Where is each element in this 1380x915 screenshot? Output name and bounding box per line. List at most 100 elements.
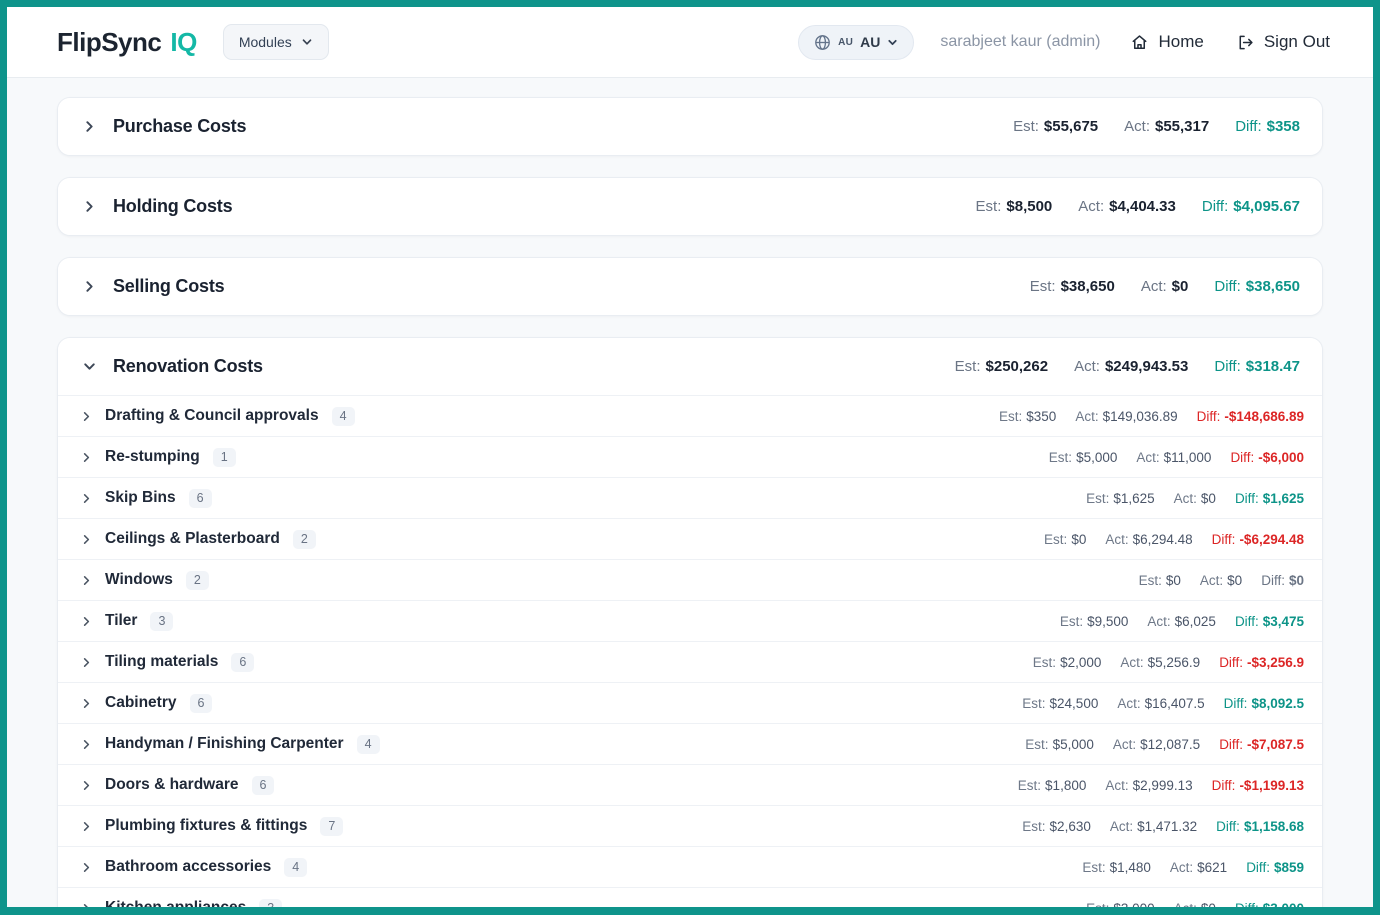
difference-value: Diff:-$148,686.89 [1197,409,1304,424]
estimate-total: Est:$250,262 [955,358,1048,375]
section-rows: Drafting & Council approvals 4 Est:$350 … [58,395,1322,907]
actual-value: Act:$0 [1200,573,1242,588]
estimate-value: Est:$2,630 [1022,819,1091,834]
cost-subrow[interactable]: Tiler 3 Est:$9,500 Act:$6,025 Diff:$3,47… [58,600,1322,641]
section-title: Renovation Costs [113,356,263,377]
actual-value: Act:$11,000 [1136,450,1211,465]
chevron-right-icon [80,820,93,833]
estimate-value: Est:$0 [1044,532,1086,547]
actual-value: Act:$149,036.89 [1075,409,1177,424]
cost-subrow[interactable]: Skip Bins 6 Est:$1,625 Act:$0 Diff:$1,62… [58,477,1322,518]
subrow-totals: Est:$0 Act:$6,294.48 Diff:-$6,294.48 [1044,532,1304,547]
chevron-down-icon [887,37,898,48]
chevron-right-icon [80,656,93,669]
item-count-badge: 2 [186,571,209,590]
subrow-totals: Est:$350 Act:$149,036.89 Diff:-$148,686.… [999,409,1304,424]
locale-code: AU [860,34,880,50]
cost-section-header[interactable]: Renovation Costs Est:$250,262 Act:$249,9… [58,338,1322,395]
cost-section-header[interactable]: Selling Costs Est:$38,650 Act:$0 Diff:$3… [58,258,1322,315]
subrow-label: Bathroom accessories [105,858,271,876]
section-totals: Est:$8,500 Act:$4,404.33 Diff:$4,095.67 [976,198,1300,215]
subrow-totals: Est:$0 Act:$0 Diff:$0 [1139,573,1304,588]
actual-total: Act:$55,317 [1124,118,1209,135]
top-navigation-bar: FlipSync IQ Modules AU AU [7,7,1373,78]
difference-value: Diff:-$1,199.13 [1212,778,1304,793]
chevron-right-icon [82,199,97,214]
cost-subrow[interactable]: Bathroom accessories 4 Est:$1,480 Act:$6… [58,846,1322,887]
subrow-label: Cabinetry [105,694,177,712]
cost-subrow[interactable]: Re-stumping 1 Est:$5,000 Act:$11,000 Dif… [58,436,1322,477]
cost-sections: Purchase Costs Est:$55,675 Act:$55,317 D… [7,78,1373,907]
cost-subrow[interactable]: Handyman / Finishing Carpenter 4 Est:$5,… [58,723,1322,764]
app-logo[interactable]: FlipSync IQ [57,27,197,58]
actual-value: Act:$2,999.13 [1105,778,1192,793]
item-count-badge: 3 [259,899,282,908]
estimate-value: Est:$1,625 [1086,491,1155,506]
section-title: Selling Costs [113,276,224,297]
app-frame: FlipSync IQ Modules AU AU [0,0,1380,915]
subrow-totals: Est:$3,000 Act:$0 Diff:$3,000 [1086,901,1304,908]
subrow-totals: Est:$9,500 Act:$6,025 Diff:$3,475 [1060,614,1304,629]
item-count-badge: 2 [293,530,316,549]
chevron-right-icon [80,492,93,505]
estimate-value: Est:$3,000 [1086,901,1155,908]
cost-subrow[interactable]: Cabinetry 6 Est:$24,500 Act:$16,407.5 Di… [58,682,1322,723]
subrow-label: Tiling materials [105,653,218,671]
estimate-value: Est:$350 [999,409,1056,424]
actual-value: Act:$1,471.32 [1110,819,1197,834]
item-count-badge: 4 [357,735,380,754]
chevron-right-icon [80,451,93,464]
chevron-down-icon [301,36,313,48]
logo-suffix-text: IQ [170,27,196,58]
item-count-badge: 3 [150,612,173,631]
sign-out-link[interactable]: Sign Out [1236,32,1330,52]
subrow-totals: Est:$5,000 Act:$12,087.5 Diff:-$7,087.5 [1025,737,1304,752]
cost-subrow[interactable]: Windows 2 Est:$0 Act:$0 Diff:$0 [58,559,1322,600]
difference-value: Diff:-$7,087.5 [1219,737,1304,752]
cost-subrow[interactable]: Kitchen appliances 3 Est:$3,000 Act:$0 D… [58,887,1322,907]
actual-value: Act:$0 [1174,491,1216,506]
difference-value: Diff:-$6,000 [1230,450,1304,465]
estimate-total: Est:$55,675 [1013,118,1098,135]
cost-subrow[interactable]: Tiling materials 6 Est:$2,000 Act:$5,256… [58,641,1322,682]
actual-value: Act:$16,407.5 [1117,696,1204,711]
home-link[interactable]: Home [1130,32,1203,52]
cost-subrow[interactable]: Plumbing fixtures & fittings 7 Est:$2,63… [58,805,1322,846]
cost-subrow[interactable]: Ceilings & Plasterboard 2 Est:$0 Act:$6,… [58,518,1322,559]
cost-section-header[interactable]: Holding Costs Est:$8,500 Act:$4,404.33 D… [58,178,1322,235]
cost-section-card: Renovation Costs Est:$250,262 Act:$249,9… [57,337,1323,907]
subrow-label: Windows [105,571,173,589]
cost-section-card: Holding Costs Est:$8,500 Act:$4,404.33 D… [57,177,1323,236]
subrow-label: Kitchen appliances [105,899,246,907]
locale-selector[interactable]: AU AU [798,25,914,60]
chevron-right-icon [80,902,93,908]
chevron-right-icon [82,119,97,134]
subrow-label: Ceilings & Plasterboard [105,530,280,548]
chevron-down-icon [82,359,97,374]
chevron-right-icon [80,410,93,423]
subrow-totals: Est:$24,500 Act:$16,407.5 Diff:$8,092.5 [1022,696,1304,711]
cost-section-header[interactable]: Purchase Costs Est:$55,675 Act:$55,317 D… [58,98,1322,155]
subrow-label: Re-stumping [105,448,200,466]
estimate-value: Est:$1,480 [1082,860,1151,875]
cost-subrow[interactable]: Drafting & Council approvals 4 Est:$350 … [58,395,1322,436]
difference-total: Diff:$358 [1235,118,1300,135]
item-count-badge: 6 [252,776,275,795]
difference-total: Diff:$318.47 [1214,358,1300,375]
subrow-label: Tiler [105,612,137,630]
estimate-total: Est:$8,500 [976,198,1053,215]
logo-brand-text: FlipSync [57,27,161,58]
difference-value: Diff:$1,625 [1235,491,1304,506]
actual-value: Act:$6,294.48 [1105,532,1192,547]
chevron-right-icon [82,279,97,294]
estimate-value: Est:$9,500 [1060,614,1129,629]
item-count-badge: 4 [332,407,355,426]
actual-total: Act:$4,404.33 [1078,198,1176,215]
chevron-right-icon [80,533,93,546]
locale-flag-code: AU [838,37,853,48]
section-title: Holding Costs [113,196,232,217]
difference-value: Diff:$859 [1246,860,1304,875]
item-count-badge: 1 [213,448,236,467]
cost-subrow[interactable]: Doors & hardware 6 Est:$1,800 Act:$2,999… [58,764,1322,805]
modules-dropdown-button[interactable]: Modules [223,24,329,60]
